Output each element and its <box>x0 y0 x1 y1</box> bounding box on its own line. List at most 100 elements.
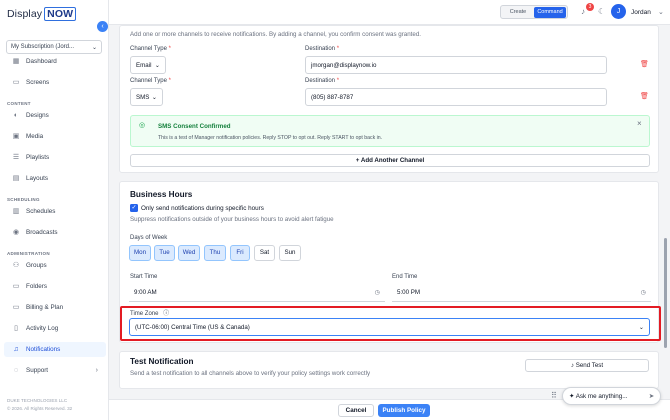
assistant-placeholder: Ask me anything... <box>575 392 628 400</box>
mode-toggle: Create Command <box>500 5 568 19</box>
start-time-label: Start Time <box>130 274 158 280</box>
chevron-down-icon: ⌄ <box>91 44 97 51</box>
logo-badge: NOW <box>44 7 77 21</box>
sidebar-item-playlists[interactable]: ☰ Playlists <box>4 150 106 165</box>
mode-command-button[interactable]: Command <box>534 6 566 18</box>
sidebar-item-designs[interactable]: ◐ Designs <box>4 108 106 123</box>
destination-label-text: Destination <box>305 46 336 52</box>
sms-consent-body: This is a test of Manager notification p… <box>158 135 383 141</box>
close-icon[interactable]: × <box>637 119 642 128</box>
clock-icon: ◷ <box>374 289 380 296</box>
sidebar-item-support[interactable]: ◌ Support › <box>4 363 106 378</box>
sidebar-item-label: Activity Log <box>26 325 59 332</box>
trash-icon[interactable]: 🗑 <box>640 60 649 68</box>
subscription-select[interactable]: My Subscription (Jord... ⌄ <box>6 40 102 54</box>
user-name[interactable]: Jordan <box>631 9 651 16</box>
logo-text: Display <box>7 8 43 20</box>
business-hours-title: Business Hours <box>130 190 193 199</box>
sidebar-item-broadcasts[interactable]: ◉ Broadcasts <box>4 225 106 240</box>
doc-icon: ▯ <box>14 324 18 332</box>
day-sat-toggle[interactable]: Sat <box>254 245 275 261</box>
sidebar-item-layouts[interactable]: ▤ Layouts <box>4 171 106 186</box>
section-content: CONTENT <box>7 101 31 106</box>
sidebar-item-label: Schedules <box>26 208 56 215</box>
sparkle-icon: ✦ <box>569 392 575 400</box>
notification-count-badge: 3 <box>586 3 594 11</box>
test-notification-title: Test Notification <box>130 357 194 366</box>
scrollbar[interactable] <box>664 238 667 348</box>
section-administration: ADMINISTRATION <box>7 251 50 256</box>
sidebar-item-billing[interactable]: ▭ Billing & Plan <box>4 300 106 315</box>
sidebar-item-label: Folders <box>26 283 47 290</box>
chevron-down-icon: ⌄ <box>151 93 157 101</box>
day-thu-toggle[interactable]: Thu <box>204 245 226 261</box>
destination-input[interactable]: jmorgan@displaynow.io <box>305 56 607 74</box>
business-hours-help: Suppress notifications outside of your b… <box>130 216 334 223</box>
sidebar-item-label: Screens <box>26 79 50 86</box>
help-icon: ◌ <box>13 366 19 374</box>
sidebar-item-dashboard[interactable]: ▦ Dashboard <box>4 54 106 69</box>
bell-icon: ♫ <box>13 345 19 353</box>
mode-create-button[interactable]: Create <box>502 7 534 18</box>
required-mark: * <box>168 78 171 84</box>
channel-type-label-text: Channel Type <box>130 78 167 84</box>
day-tue-toggle[interactable]: Tue <box>154 245 175 261</box>
required-mark: * <box>168 46 171 52</box>
day-mon-toggle[interactable]: Mon <box>129 245 151 261</box>
sidebar-item-folders[interactable]: ▭ Folders <box>4 279 106 294</box>
channel-type-select[interactable]: Email ⌄ <box>130 56 166 74</box>
assistant-input[interactable]: ✦ Ask me anything... ➤ <box>562 387 661 405</box>
theme-moon-icon[interactable]: ☾ <box>598 7 605 16</box>
destination-input[interactable]: (805) 887-8787 <box>305 88 607 106</box>
chevron-down-icon[interactable]: ⌄ <box>658 8 664 16</box>
destination-label-text: Destination <box>305 78 336 84</box>
send-test-label: Send Test <box>575 362 604 369</box>
sidebar-item-activity-log[interactable]: ▯ Activity Log <box>4 321 106 336</box>
sidebar-item-schedules[interactable]: ▥ Schedules <box>4 204 106 219</box>
start-time-input[interactable]: 9:00 AM ◷ <box>129 284 385 302</box>
sidebar-item-media[interactable]: ▣ Media <box>4 129 106 144</box>
sms-consent-title: SMS Consent Confirmed <box>158 123 231 130</box>
send-icon: ➤ <box>648 392 654 400</box>
publish-policy-button[interactable]: Publish Policy <box>378 404 430 417</box>
add-channel-button[interactable]: + Add Another Channel <box>130 154 650 167</box>
sidebar-item-groups[interactable]: ⚇ Groups <box>4 258 106 273</box>
end-time-input[interactable]: 5:00 PM ◷ <box>392 284 651 302</box>
day-wed-toggle[interactable]: Wed <box>178 245 200 261</box>
sidebar-item-label: Notifications <box>26 346 61 353</box>
list-icon: ☰ <box>12 153 20 161</box>
channel-type-label: Channel Type * <box>130 46 171 52</box>
day-sun-toggle[interactable]: Sun <box>279 245 301 261</box>
sidebar-item-label: Designs <box>26 112 49 119</box>
trash-icon[interactable]: 🗑 <box>640 92 649 100</box>
sidebar-item-label: Playlists <box>26 154 50 161</box>
cancel-button[interactable]: Cancel <box>338 404 374 417</box>
collapse-sidebar-button[interactable]: ‹ <box>97 21 108 32</box>
image-icon: ▣ <box>12 132 20 140</box>
sidebar-item-label: Broadcasts <box>26 229 58 236</box>
required-mark: * <box>336 78 340 84</box>
palette-icon: ◐ <box>13 111 19 119</box>
end-time-value: 5:00 PM <box>397 289 421 296</box>
subscription-value: My Subscription (Jord... <box>11 44 75 50</box>
grid-icon: ▦ <box>12 57 20 65</box>
bell-icon: ♪ <box>570 362 574 369</box>
send-test-button[interactable]: ♪ Send Test <box>525 359 649 372</box>
logo[interactable]: Display NOW <box>7 7 77 21</box>
sidebar-item-label: Billing & Plan <box>26 304 64 311</box>
sidebar-item-notifications[interactable]: ♫ Notifications <box>4 342 106 357</box>
topbar: Create Command ♪ 3 ☾ J Jordan ⌄ <box>109 0 670 25</box>
channel-type-value: Email <box>136 61 152 69</box>
channel-type-select[interactable]: SMS ⌄ <box>130 88 163 106</box>
calendar-icon: ▥ <box>12 207 20 215</box>
destination-label: Destination * <box>305 78 339 84</box>
day-fri-toggle[interactable]: Fri <box>230 245 250 261</box>
destination-value: (805) 887-8787 <box>311 93 354 101</box>
sidebar-item-screens[interactable]: ▭ Screens <box>4 75 106 90</box>
drag-handle-icon[interactable]: ⠿ <box>551 391 557 400</box>
avatar[interactable]: J <box>611 4 626 19</box>
required-mark: * <box>336 46 340 52</box>
section-scheduling: SCHEDULING <box>7 197 40 202</box>
business-hours-checkbox[interactable]: ✓ <box>130 204 138 212</box>
broadcast-icon: ◉ <box>12 228 20 236</box>
